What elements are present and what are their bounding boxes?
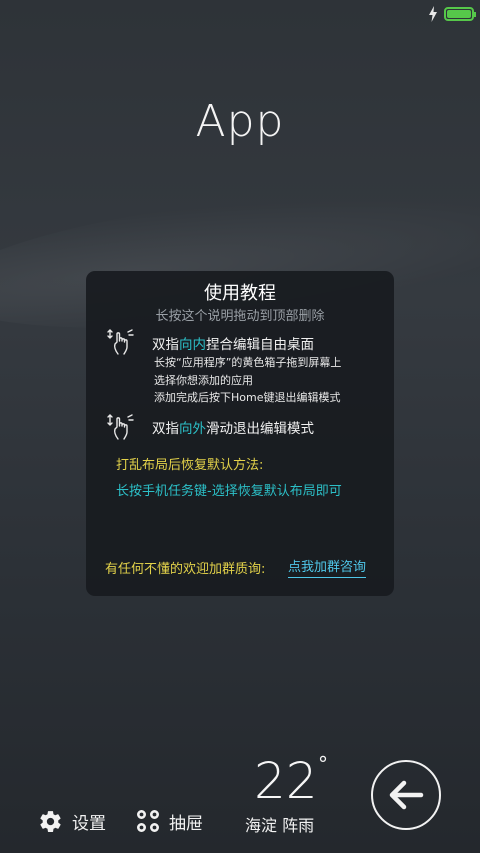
back-arrow-icon (389, 780, 424, 810)
page-title: App (195, 96, 285, 147)
settings-button[interactable]: 设置 (38, 806, 106, 836)
lightning-bolt-icon (429, 6, 437, 22)
pinch-in-step-2: 选择你想添加的应用 (154, 374, 253, 387)
help-text: 有任何不懂的欢迎加群质询: (105, 562, 266, 577)
join-group-link[interactable]: 点我加群咨询 (288, 556, 367, 578)
pinch-out-instruction: 双指向外滑动退出编辑模式 (152, 421, 314, 437)
tutorial-subtitle: 长按这个说明拖动到顶部删除 (155, 309, 325, 324)
tutorial-card[interactable]: 使用教程 长按这个说明拖动到顶部删除 双指向内捏合编辑自由桌面 长按“应用程序”… (86, 271, 394, 596)
back-button[interactable] (371, 760, 441, 830)
battery-full-icon (444, 7, 476, 21)
status-bar (0, 0, 480, 28)
restore-title: 打乱布局后恢复默认方法: (116, 458, 264, 473)
temperature-value: 22 (254, 752, 318, 810)
pinch-in-gesture-icon (107, 329, 134, 355)
drawer-label: 抽屉 (169, 813, 203, 834)
pinch-in-step-3: 添加完成后按下Home键退出编辑模式 (154, 391, 341, 404)
app-drawer-icon (136, 809, 160, 833)
restore-description: 长按手机任务键-选择恢复默认布局即可 (116, 484, 342, 499)
degree-symbol: ° (318, 752, 328, 776)
tutorial-title: 使用教程 (204, 283, 276, 304)
drawer-button[interactable]: 抽屉 (136, 806, 203, 836)
gear-icon (40, 810, 61, 832)
weather-location-condition: 海淀 阵雨 (245, 816, 315, 835)
pinch-in-instruction: 双指向内捏合编辑自由桌面 (152, 337, 314, 353)
pinch-in-step-1: 长按“应用程序”的黄色箱子拖到屏幕上 (154, 356, 342, 369)
pinch-out-gesture-icon (107, 414, 134, 440)
settings-label: 设置 (72, 813, 106, 834)
